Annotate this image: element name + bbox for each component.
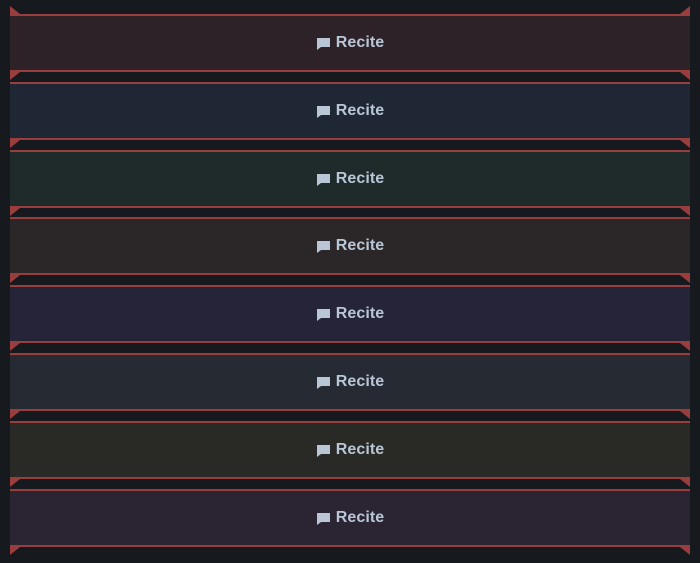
divider-notch-left [10, 72, 20, 80]
recite-label: Recite [335, 237, 385, 254]
top-right-notch [680, 6, 690, 14]
recite-button[interactable]: Recite [10, 150, 690, 208]
recite-button[interactable]: Recite [10, 421, 690, 479]
recite-button[interactable]: Recite [10, 285, 690, 343]
recite-label: Recite [335, 170, 385, 187]
divider-notch-right [680, 140, 690, 148]
recite-label: Recite [335, 102, 385, 119]
speech-bubble-icon [316, 377, 330, 389]
speech-bubble-icon [316, 513, 330, 525]
bottom-right-notch [680, 547, 690, 555]
speech-bubble-icon [316, 241, 330, 253]
divider-notch-left [10, 140, 20, 148]
bottom-left-notch [10, 547, 20, 555]
divider-notch-right [680, 479, 690, 487]
recite-label: Recite [335, 34, 385, 51]
recite-button[interactable]: Recite [10, 353, 690, 411]
recite-button-list: Recite Recite Recite Recite Recite Recit… [0, 0, 700, 563]
divider-notch-left [10, 208, 20, 216]
speech-bubble-icon [316, 309, 330, 321]
speech-bubble-icon [316, 106, 330, 118]
divider-notch-right [680, 343, 690, 351]
divider-notch-left [10, 275, 20, 283]
recite-label: Recite [335, 305, 385, 322]
recite-label: Recite [335, 441, 385, 458]
speech-bubble-icon [316, 174, 330, 186]
recite-button[interactable]: Recite [10, 489, 690, 547]
recite-button[interactable]: Recite [10, 14, 690, 72]
divider-notch-left [10, 479, 20, 487]
recite-label: Recite [335, 373, 385, 390]
recite-button[interactable]: Recite [10, 217, 690, 275]
divider-notch-right [680, 72, 690, 80]
speech-bubble-icon [316, 445, 330, 457]
recite-label: Recite [335, 509, 385, 526]
divider-notch-right [680, 275, 690, 283]
divider-notch-right [680, 208, 690, 216]
top-left-notch [10, 6, 20, 14]
speech-bubble-icon [316, 38, 330, 50]
divider-notch-left [10, 343, 20, 351]
divider-notch-right [680, 411, 690, 419]
recite-button[interactable]: Recite [10, 82, 690, 140]
divider-notch-left [10, 411, 20, 419]
